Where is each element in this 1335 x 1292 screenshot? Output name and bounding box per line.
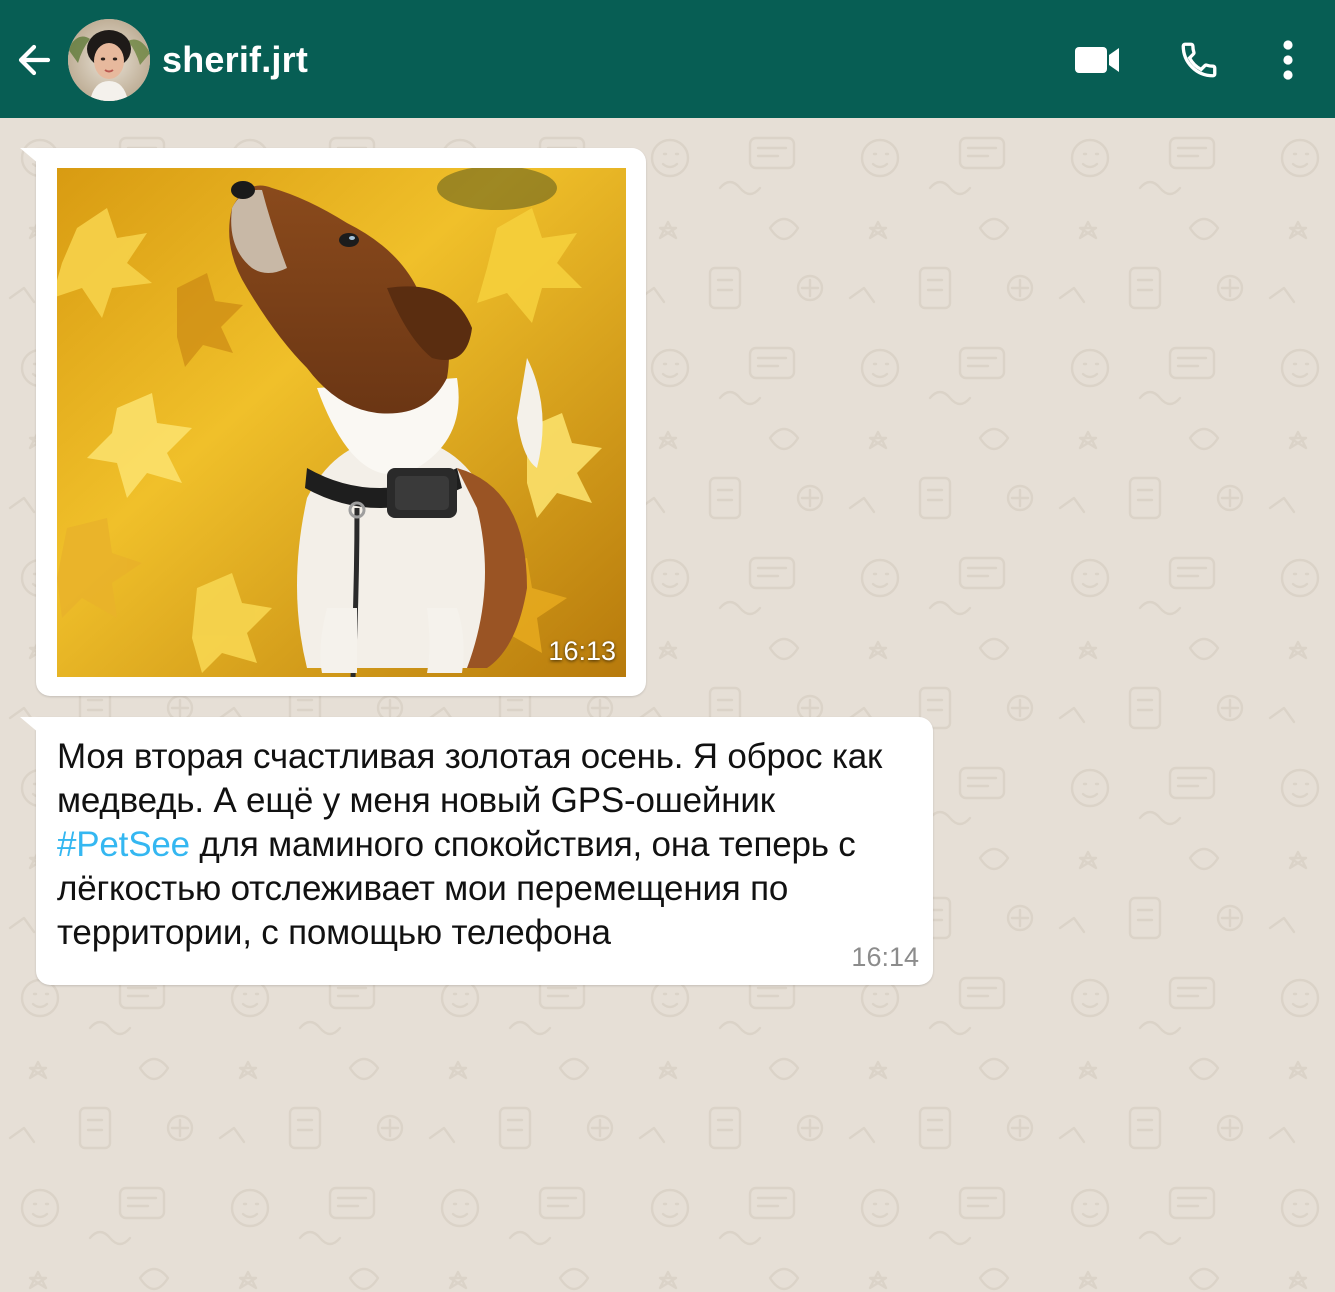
avatar[interactable] [68,19,150,101]
back-arrow-icon [18,44,51,76]
chat-header: sherif.jrt [0,0,1335,118]
message-text-part: Моя вторая счастливая золотая осень. Я о… [57,737,883,820]
contact-name[interactable]: sherif.jrt [162,38,308,82]
message-text: Моя вторая счастливая золотая осень. Я о… [57,735,917,955]
chat-screen: sherif.jrt 16:13 Моя вторая счастливая з… [0,0,1335,1292]
video-camera-icon [1075,47,1119,73]
bubble-tail [20,717,46,739]
video-call-button[interactable] [1066,30,1128,90]
phone-icon [1181,42,1217,78]
text-message[interactable]: Моя вторая счастливая золотая осень. Я о… [20,717,933,985]
voice-call-button[interactable] [1170,30,1228,90]
more-vertical-icon [1283,40,1293,80]
hashtag-link[interactable]: #PetSee [57,825,190,864]
message-timestamp: 16:14 [851,942,919,972]
dog-photo[interactable]: 16:13 [57,168,626,677]
image-timestamp: 16:13 [548,636,616,666]
chat-area[interactable]: 16:13 Моя вторая счастливая золотая осен… [0,118,1335,1292]
image-message[interactable]: 16:13 [20,148,646,696]
back-button[interactable] [10,34,58,86]
bubble-tail [20,148,46,170]
more-options-button[interactable] [1268,30,1308,90]
